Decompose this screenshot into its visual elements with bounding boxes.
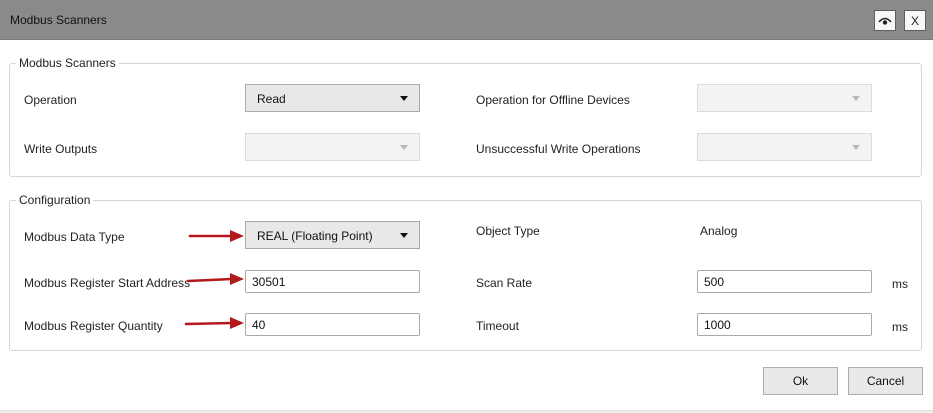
offline-operation-select[interactable]: [697, 84, 872, 112]
annotation-arrow-data-type: [188, 230, 244, 242]
ok-button[interactable]: Ok: [763, 367, 838, 395]
quantity-input[interactable]: [245, 313, 420, 336]
scan-rate-label: Scan Rate: [476, 276, 533, 290]
operation-select[interactable]: Read: [245, 84, 420, 112]
scan-rate-input[interactable]: [697, 270, 872, 293]
chevron-down-icon: [852, 145, 860, 150]
unsuccessful-write-label: Unsuccessful Write Operations: [476, 142, 641, 156]
title-bar: Modbus Scanners X: [0, 0, 933, 40]
eye-icon: [878, 17, 892, 25]
timeout-input[interactable]: [697, 313, 872, 336]
cancel-button[interactable]: Cancel: [848, 367, 923, 395]
operation-select-value: Read: [257, 92, 286, 106]
chevron-down-icon: [400, 96, 408, 101]
visibility-toggle-button[interactable]: [874, 10, 896, 31]
data-type-select-value: REAL (Floating Point): [257, 229, 373, 243]
write-outputs-label: Write Outputs: [24, 142, 98, 156]
scan-rate-unit: ms: [892, 277, 908, 291]
data-type-select[interactable]: REAL (Floating Point): [245, 221, 420, 249]
timeout-label: Timeout: [476, 319, 519, 333]
timeout-unit: ms: [892, 320, 908, 334]
chevron-down-icon: [400, 145, 408, 150]
object-type-label: Object Type: [476, 224, 540, 238]
annotation-arrow-quantity: [184, 317, 244, 329]
write-outputs-select[interactable]: [245, 133, 420, 161]
window-title: Modbus Scanners: [10, 13, 107, 27]
start-address-label: Modbus Register Start Address: [24, 276, 191, 290]
annotation-arrow-start-address: [186, 273, 244, 285]
offline-operation-label: Operation for Offline Devices: [476, 93, 630, 107]
unsuccessful-write-select[interactable]: [697, 133, 872, 161]
chevron-down-icon: [400, 233, 408, 238]
configuration-legend: Configuration: [19, 193, 91, 207]
close-button[interactable]: X: [904, 10, 926, 31]
chevron-down-icon: [852, 96, 860, 101]
operation-label: Operation: [24, 93, 77, 107]
data-type-label: Modbus Data Type: [24, 230, 125, 244]
object-type-value: Analog: [700, 224, 738, 238]
quantity-label: Modbus Register Quantity: [24, 319, 163, 333]
modbus-scanners-legend: Modbus Scanners: [19, 56, 116, 70]
start-address-input[interactable]: [245, 270, 420, 293]
